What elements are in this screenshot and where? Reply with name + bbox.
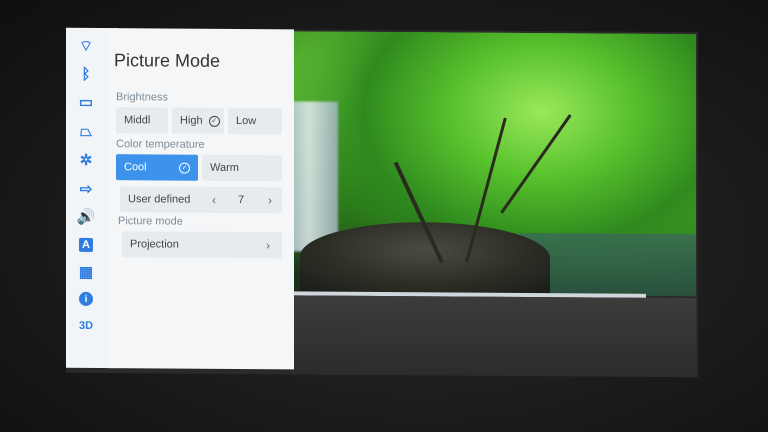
color-temp-option-cool[interactable]: Cool ✓ (116, 154, 198, 181)
info-icon-glyph: i (79, 291, 93, 306)
brightness-option-high-label: High (180, 114, 203, 127)
language-icon-glyph: A (79, 237, 93, 252)
user-defined-stepper[interactable]: User defined ‹ 7 › (120, 186, 282, 214)
background-nature-photo (290, 31, 696, 297)
check-icon: ✓ (179, 162, 190, 174)
chevron-right-icon[interactable]: › (268, 193, 272, 207)
wifi-icon-glyph: ⌔ (78, 37, 94, 55)
keystone-icon-glyph: ⏢ (79, 122, 92, 140)
picture-mode-panel: Picture Mode Brightness Middl High ✓ Low… (108, 28, 294, 370)
settings-gear-icon[interactable]: ✲ (66, 148, 106, 172)
apps-icon[interactable]: ▦ (66, 260, 106, 284)
check-icon: ✓ (208, 115, 220, 127)
picture-mode-label: Picture mode (118, 215, 183, 228)
picture-mode-value: Projection (130, 238, 179, 251)
3d-icon-glyph: 3D (78, 319, 94, 332)
color-temp-option-warm-label: Warm (210, 161, 239, 175)
brightness-option-middle-label: Middl (124, 114, 151, 127)
display-icon[interactable]: ▭ (66, 90, 106, 114)
display-icon-glyph: ▭ (78, 93, 94, 111)
chevron-right-icon: › (266, 238, 270, 253)
brightness-option-low-label: Low (236, 114, 257, 128)
projected-screen: ⌔ ᛒ ▭ ⏢ ✲ ⇨ 🔊 A ▦ i 3D Picture Mode Brig… (66, 27, 698, 378)
waterfall (290, 101, 338, 252)
color-temp-option-cool-label: Cool (124, 161, 147, 174)
bluetooth-icon[interactable]: ᛒ (66, 62, 106, 86)
apps-icon-glyph: ▦ (78, 263, 94, 281)
info-icon[interactable]: i (66, 287, 106, 311)
brightness-option-middle[interactable]: Middl (116, 107, 168, 134)
input-source-icon-glyph: ⇨ (79, 180, 93, 198)
3d-icon[interactable]: 3D (66, 314, 106, 338)
settings-gear-icon-glyph: ✲ (79, 151, 93, 169)
chevron-left-icon[interactable]: ‹ (212, 193, 216, 207)
keystone-icon[interactable]: ⏢ (66, 119, 106, 143)
tree-trunk (500, 114, 572, 214)
color-temperature-label: Color temperature (116, 138, 205, 151)
color-temp-option-warm[interactable]: Warm (202, 154, 282, 182)
brightness-label: Brightness (116, 91, 168, 104)
user-defined-label: User defined (128, 193, 191, 206)
brightness-option-low[interactable]: Low (228, 107, 282, 135)
bluetooth-icon-glyph: ᛒ (81, 65, 91, 83)
input-source-icon[interactable]: ⇨ (66, 177, 106, 201)
volume-icon[interactable]: 🔊 (66, 205, 106, 229)
lower-dark-area (290, 295, 696, 378)
user-defined-value: 7 (238, 193, 245, 207)
language-icon[interactable]: A (66, 233, 106, 257)
panel-title: Picture Mode (114, 50, 221, 71)
volume-icon-glyph: 🔊 (76, 208, 96, 226)
wifi-icon[interactable]: ⌔ (66, 34, 106, 58)
brightness-option-high[interactable]: High ✓ (172, 107, 224, 134)
picture-mode-selector[interactable]: Projection › (122, 231, 282, 259)
